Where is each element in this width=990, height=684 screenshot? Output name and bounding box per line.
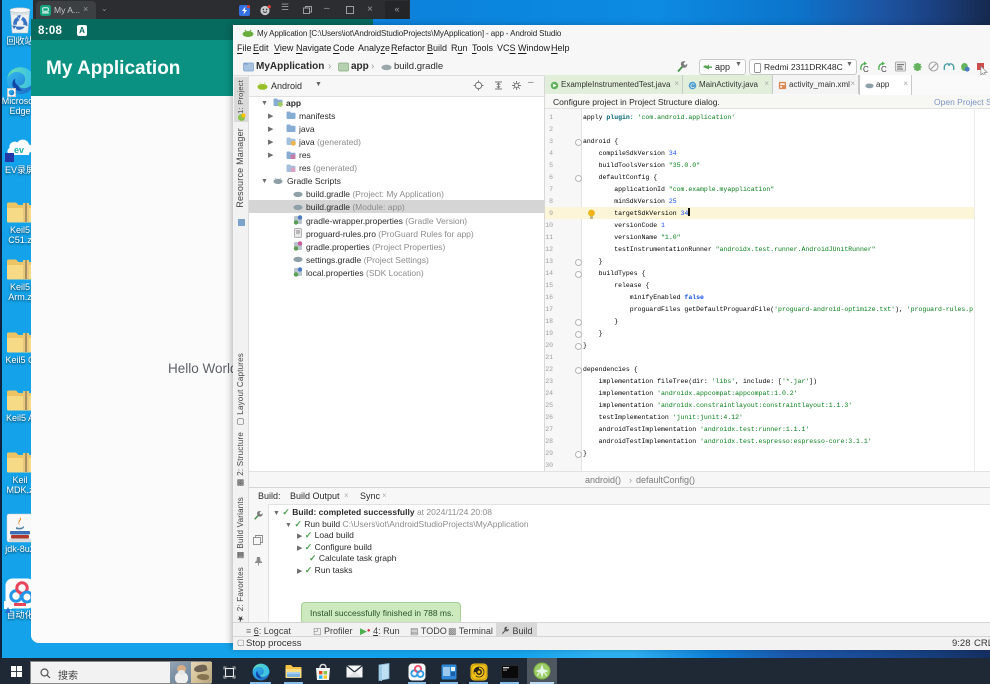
svg-text:C: C [863,65,869,73]
svg-text:C: C [690,82,695,89]
svg-text:ev: ev [14,145,24,155]
svg-text:C: C [881,65,887,73]
